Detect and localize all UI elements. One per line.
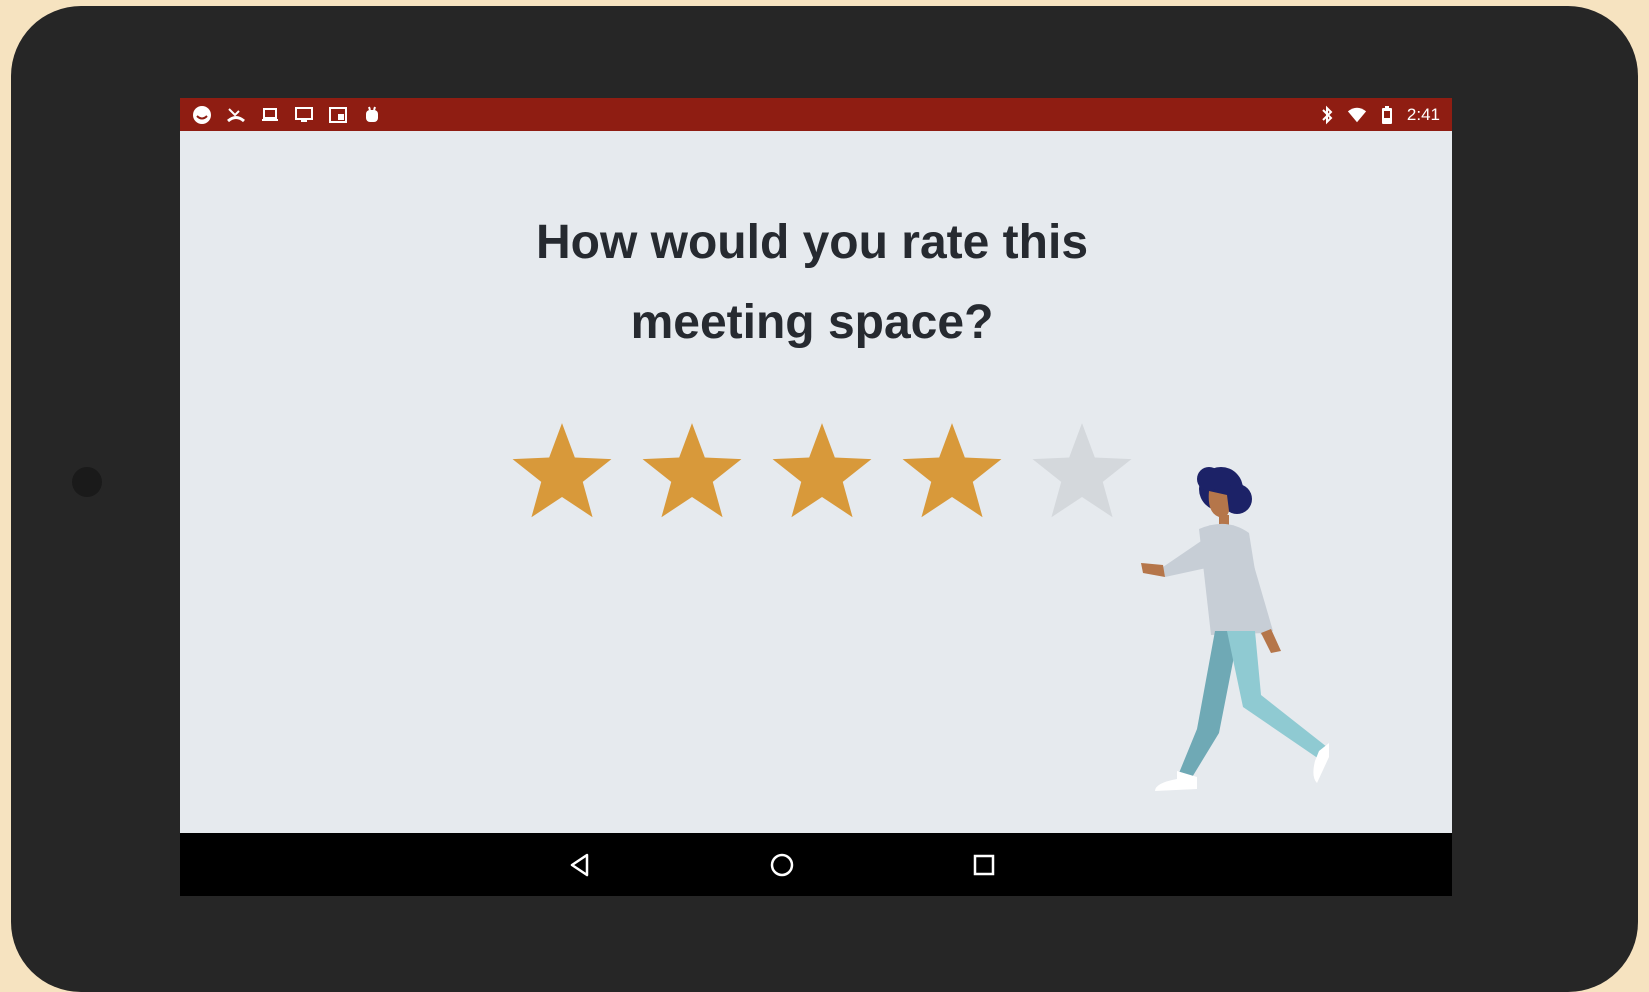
star-1-button[interactable] [510,419,614,523]
walking-person-illustration [1141,467,1329,791]
home-icon [770,853,794,876]
status-time: 2:41 [1406,104,1440,124]
nav-recents-button[interactable] [949,833,1019,896]
front-camera [72,467,102,497]
star-icon [772,423,872,518]
missed-call-icon [226,105,246,125]
face-icon [192,105,212,125]
back-icon [570,853,589,876]
device-screen: 2:41 How would you rate this meeting spa… [180,98,1452,896]
android-icon [362,105,382,125]
star-2-button[interactable] [640,419,744,523]
star-4-button[interactable] [900,419,1004,523]
system-status: 2:41 [1317,98,1440,131]
question-line-1: How would you rate this [535,216,1089,269]
question-line-2: meeting space? [630,296,994,349]
notification-icons [192,98,382,131]
star-icon [902,423,1002,518]
star-icon [512,423,612,518]
star-rating [510,419,1134,523]
star-3-button[interactable] [770,419,874,523]
wifi-icon [1347,105,1367,125]
bluetooth-icon [1317,105,1337,125]
laptop-icon [260,105,280,125]
nav-back-button[interactable] [545,833,615,896]
recents-icon [973,854,995,875]
star-icon [642,423,742,518]
navigation-bar [180,833,1452,896]
window-icon [328,105,348,125]
status-bar: 2:41 [180,98,1452,131]
rating-question: How would you rate this meeting space? [180,203,1444,363]
battery-icon [1377,105,1397,125]
nav-home-button[interactable] [747,833,817,896]
monitor-icon [294,105,314,125]
rating-screen: How would you rate this meeting space? [180,131,1452,833]
